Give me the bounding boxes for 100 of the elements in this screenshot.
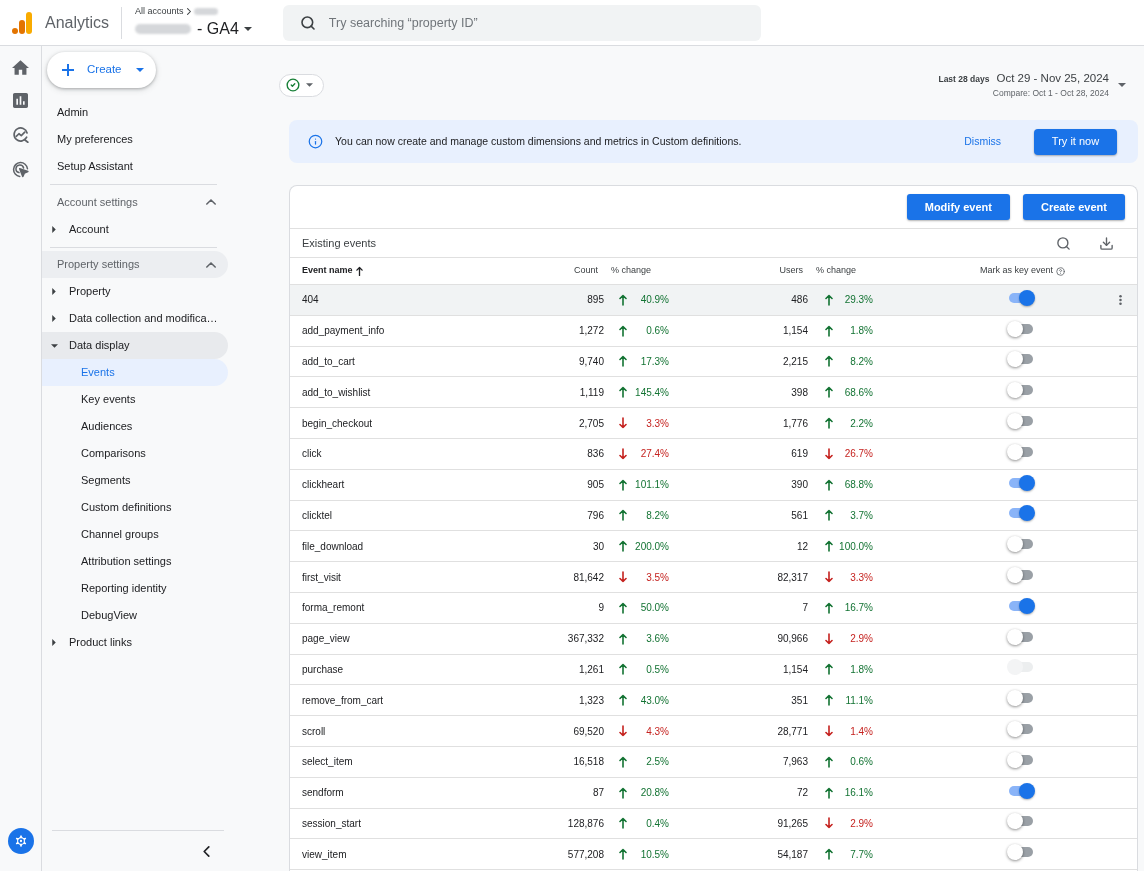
count-value: 1,261 — [578, 662, 604, 677]
sidebar-subitem[interactable]: Key events — [42, 386, 228, 413]
sidebar-subitem[interactable]: Segments — [42, 467, 228, 494]
change-value: 16.7% — [844, 601, 873, 616]
download-icon[interactable] — [1099, 235, 1114, 251]
toggle-switch[interactable] — [1007, 443, 1035, 460]
plus-icon — [62, 64, 74, 76]
sidebar-item[interactable]: Account — [42, 215, 228, 243]
count-value: 367,332 — [567, 632, 604, 647]
trend-circle-icon[interactable] — [12, 126, 29, 143]
column-header[interactable]: Count — [573, 264, 598, 278]
event-name: page_view — [302, 633, 350, 645]
sidebar-item[interactable]: Setup Assistant — [42, 153, 228, 180]
sidebar-subitem[interactable]: Reporting identity — [42, 575, 228, 602]
sidebar-item[interactable]: Property — [42, 278, 228, 305]
change-value: 40.9% — [640, 293, 669, 308]
count-value: 1,119 — [579, 385, 604, 400]
status-dropdown[interactable] — [279, 73, 324, 97]
users-value: 90,966 — [777, 632, 808, 647]
change-value: 7.7% — [850, 847, 873, 862]
toggle-switch[interactable] — [1007, 690, 1035, 707]
sidebar-item[interactable]: Product links — [42, 629, 228, 656]
sidebar-subitem[interactable]: Custom definitions — [42, 494, 228, 521]
toggle-switch[interactable] — [1007, 597, 1035, 614]
toggle-switch[interactable] — [1007, 413, 1035, 430]
sidebar-item[interactable]: Data display — [42, 332, 228, 359]
change-value: 2.5% — [646, 755, 669, 770]
sidebar-subitem[interactable]: Channel groups — [42, 521, 228, 548]
sidebar-subitem[interactable]: Audiences — [42, 413, 228, 440]
toggle-switch[interactable] — [1007, 751, 1035, 768]
event-name: click — [302, 448, 322, 460]
home-icon[interactable] — [12, 60, 29, 75]
event-name: clicktel — [302, 509, 332, 521]
users-value: 390 — [791, 478, 808, 493]
create-button[interactable]: Create — [47, 52, 156, 88]
change-value: 0.4% — [646, 816, 669, 831]
sidebar-item[interactable]: My preferences — [42, 126, 228, 153]
search-icon[interactable] — [1056, 235, 1071, 251]
toggle-switch[interactable] — [1007, 628, 1035, 645]
property-selector[interactable]: - GA4 — [197, 17, 252, 41]
column-header[interactable]: % change — [611, 264, 652, 278]
section-header[interactable]: Property settings — [42, 251, 228, 278]
count-value: 836 — [587, 447, 604, 462]
users-value: 486 — [791, 293, 808, 308]
sidebar-subitem[interactable]: DebugView — [42, 602, 228, 629]
toggle-switch[interactable] — [1007, 320, 1035, 337]
search-field[interactable]: Try searching “property ID” — [282, 4, 761, 41]
users-value: 91,265 — [777, 816, 808, 831]
blurred-text — [193, 8, 218, 15]
sort-arrow-up-icon — [355, 266, 363, 276]
action-button[interactable]: Create event — [1022, 194, 1125, 220]
event-name: file_download — [302, 540, 364, 552]
toggle-switch[interactable] — [1007, 382, 1035, 399]
breadcrumb-link[interactable]: All accounts — [135, 4, 184, 19]
chevron-right-icon — [186, 8, 191, 15]
count-value: 895 — [587, 293, 604, 308]
change-value: 1.4% — [850, 724, 873, 739]
column-header[interactable]: Event name — [302, 264, 363, 278]
dismiss-link[interactable]: Dismiss — [964, 133, 1001, 150]
toggle-switch[interactable] — [1007, 505, 1035, 522]
check-circle-icon — [286, 78, 300, 92]
toggle-switch[interactable] — [1007, 721, 1035, 738]
sidebar-subitem[interactable]: Comparisons — [42, 440, 228, 467]
bar-chart-icon[interactable] — [13, 93, 28, 108]
info-icon — [308, 134, 323, 149]
column-header[interactable]: Users — [779, 264, 803, 278]
action-button[interactable]: Modify event — [906, 194, 1010, 220]
settings-icon[interactable] — [7, 828, 34, 854]
toggle-switch[interactable] — [1007, 567, 1035, 584]
target-cursor-icon[interactable] — [12, 161, 29, 178]
toggle-switch[interactable] — [1007, 782, 1035, 799]
sidebar-item[interactable]: Data collection and modifica… — [42, 305, 228, 332]
users-value: 72 — [796, 786, 808, 801]
users-value: 7,963 — [782, 755, 808, 770]
column-header[interactable]: % change — [816, 264, 857, 278]
more-options-icon[interactable] — [1119, 293, 1122, 306]
event-name: purchase — [302, 663, 344, 675]
help-icon[interactable] — [1056, 266, 1066, 276]
count-value: 128,876 — [567, 816, 604, 831]
toggle-switch[interactable] — [1007, 474, 1035, 491]
toggle-switch[interactable] — [1007, 844, 1035, 861]
change-value: 2.9% — [850, 816, 873, 831]
event-name: session_start — [302, 817, 361, 829]
count-value: 2,705 — [578, 416, 604, 431]
date-range-picker[interactable]: Last 28 days Oct 29 - Nov 25, 2024 Compare: Oct 1 - Oct 28, 2024 — [938, 70, 1126, 100]
column-header[interactable]: Mark as key event — [980, 264, 1054, 278]
collapse-icon[interactable] — [203, 845, 210, 857]
toggle-switch[interactable] — [1007, 351, 1035, 368]
event-name: sendform — [302, 787, 344, 799]
event-name: clickheart — [302, 479, 345, 491]
sidebar-subitem[interactable]: Events — [42, 359, 228, 386]
sidebar-item[interactable]: Admin — [42, 99, 228, 126]
date-preset: Last 28 days — [938, 73, 990, 86]
section-header[interactable]: Account settings — [42, 188, 228, 216]
try-it-now-button[interactable]: Try it now — [1034, 128, 1117, 155]
toggle-switch[interactable] — [1007, 536, 1035, 553]
sidebar-subitem[interactable]: Attribution settings — [42, 548, 228, 575]
change-value: 100.0% — [839, 539, 873, 554]
toggle-switch[interactable] — [1007, 289, 1035, 306]
toggle-switch[interactable] — [1007, 813, 1035, 830]
